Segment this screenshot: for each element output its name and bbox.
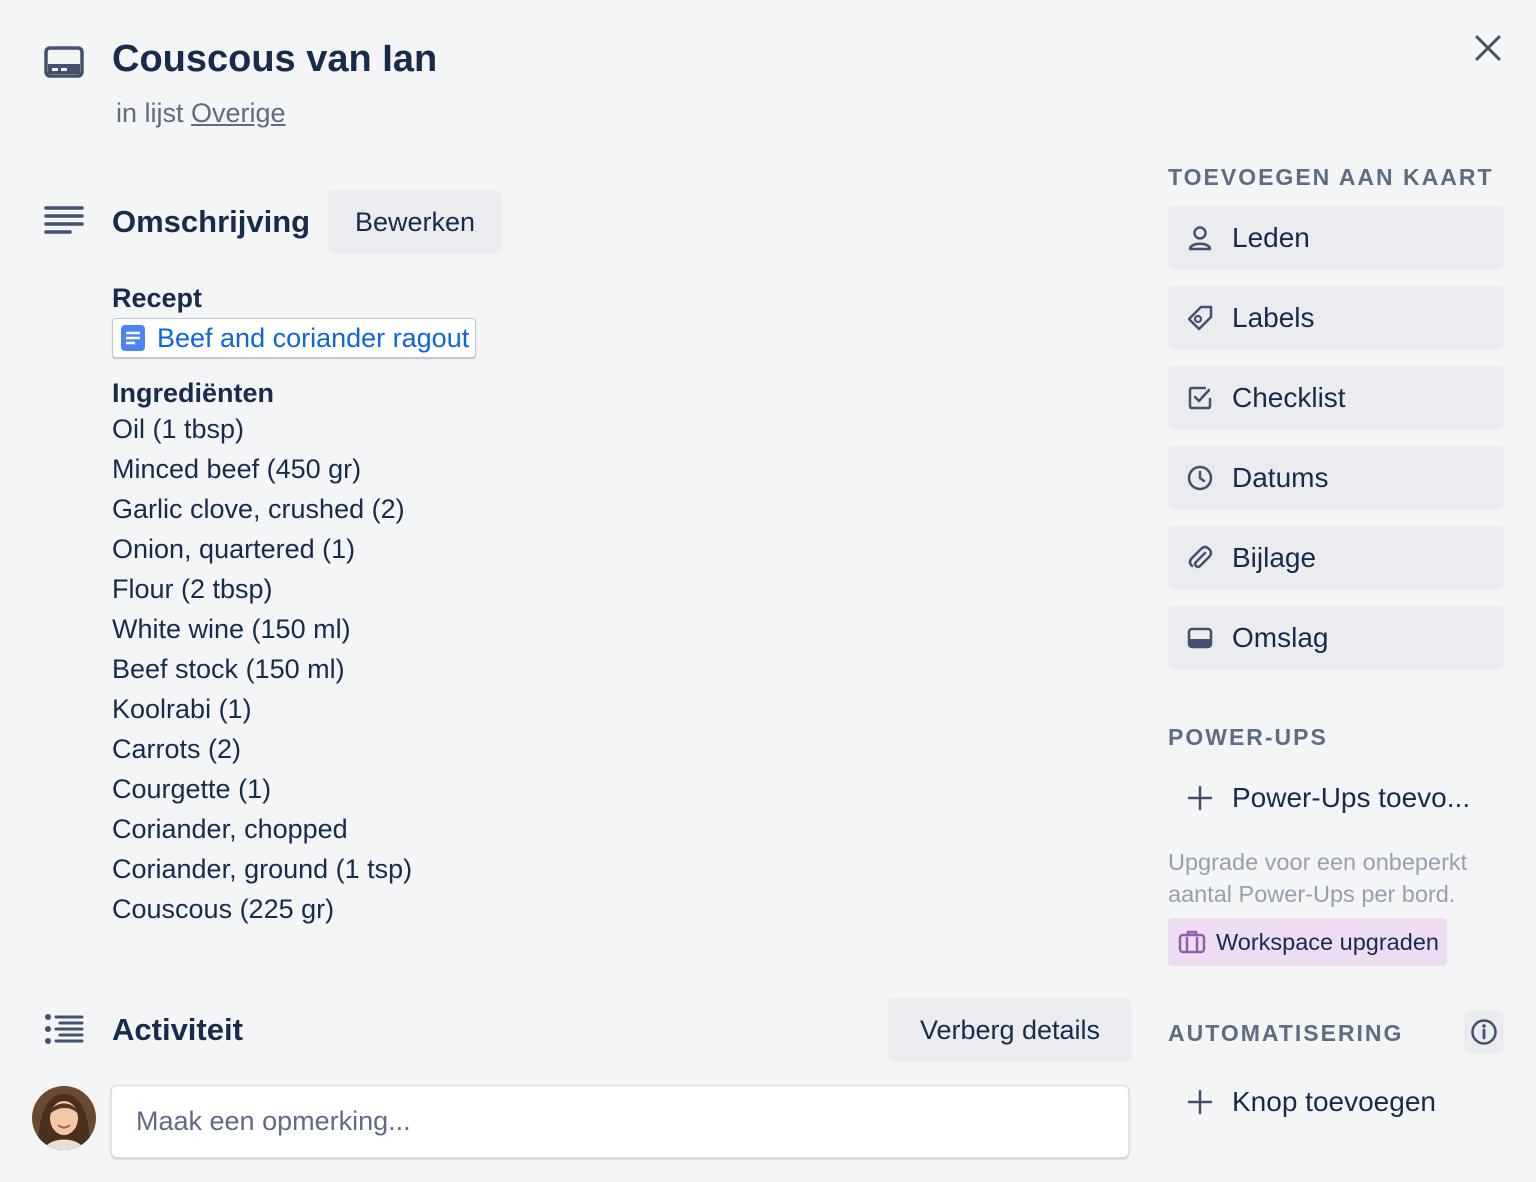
description-content: Recept Beef and coriander ragout Ingredi… bbox=[112, 282, 477, 929]
close-button[interactable] bbox=[1466, 26, 1510, 70]
info-icon bbox=[1471, 1019, 1497, 1045]
description-heading: Omschrijving bbox=[112, 204, 311, 239]
list-info: in lijst Overige bbox=[116, 98, 286, 129]
avatar[interactable] bbox=[32, 1086, 96, 1150]
plus-icon bbox=[1186, 784, 1214, 812]
ingredients-heading: Ingrediënten bbox=[112, 378, 275, 408]
dates-button[interactable]: Datums bbox=[1168, 446, 1504, 510]
automation-info-button[interactable] bbox=[1464, 1010, 1504, 1054]
activity-heading: Activiteit bbox=[112, 1012, 243, 1047]
upgrade-note: Upgrade voor een onbeperkt aantal Power-… bbox=[1168, 849, 1468, 907]
dates-label: Datums bbox=[1232, 462, 1329, 493]
cover-button[interactable]: Omslag bbox=[1168, 606, 1504, 670]
list-link[interactable]: Overige bbox=[191, 98, 286, 128]
list-item: White wine (150 ml) bbox=[112, 614, 351, 644]
add-button-label: Knop toevoegen bbox=[1232, 1086, 1436, 1117]
workspace-upgrade-label: Workspace upgraden bbox=[1216, 928, 1439, 955]
list-item: Courgette (1) bbox=[112, 774, 272, 804]
list-item: Flour (2 tbsp) bbox=[112, 574, 273, 604]
list-item: Couscous (225 gr) bbox=[112, 894, 335, 924]
checkbox-icon bbox=[1186, 384, 1214, 412]
briefcase-icon bbox=[1178, 930, 1206, 954]
attachment-button[interactable]: Bijlage bbox=[1168, 526, 1504, 590]
close-icon bbox=[1475, 35, 1501, 61]
list-item: Minced beef (450 gr) bbox=[112, 454, 362, 484]
labels-button[interactable]: Labels bbox=[1168, 286, 1504, 350]
labels-label: Labels bbox=[1232, 302, 1315, 333]
add-powerups-button[interactable]: Power-Ups toevo... bbox=[1168, 766, 1504, 830]
paperclip-icon bbox=[1186, 544, 1214, 572]
workspace-upgrade-button[interactable]: Workspace upgraden bbox=[1168, 918, 1447, 966]
recipe-link-text: Beef and coriander ragout bbox=[157, 322, 470, 353]
powerups-heading: POWER-UPS bbox=[1168, 724, 1328, 750]
list-item: Coriander, ground (1 tsp) bbox=[112, 854, 413, 884]
card-detail-dialog: Couscous van Ian in lijst Overige Omschr… bbox=[0, 0, 1536, 1182]
list-item: Garlic clove, crushed (2) bbox=[112, 494, 405, 524]
clock-icon bbox=[1186, 464, 1214, 492]
cover-icon bbox=[1186, 624, 1214, 652]
cover-label: Omslag bbox=[1232, 622, 1329, 653]
list-item: Carrots (2) bbox=[112, 734, 242, 764]
tag-icon bbox=[1186, 304, 1214, 332]
activity-icon bbox=[44, 1012, 84, 1048]
ingredients-list: Oil (1 tbsp) Minced beef (450 gr) Garlic… bbox=[112, 409, 476, 929]
checklist-label: Checklist bbox=[1232, 382, 1346, 413]
members-button[interactable]: Leden bbox=[1168, 206, 1504, 270]
list-item: Onion, quartered (1) bbox=[112, 534, 356, 564]
recipe-link[interactable]: Beef and coriander ragout bbox=[112, 318, 477, 358]
description-icon bbox=[44, 204, 84, 240]
hide-details-button[interactable]: Verberg details bbox=[888, 998, 1132, 1062]
comment-input[interactable] bbox=[111, 1085, 1129, 1158]
plus-icon bbox=[1186, 1088, 1214, 1116]
add-powerups-label: Power-Ups toevo... bbox=[1232, 782, 1471, 813]
document-icon bbox=[121, 325, 145, 351]
checklist-button[interactable]: Checklist bbox=[1168, 366, 1504, 430]
card-title[interactable]: Couscous van Ian bbox=[112, 38, 437, 81]
card-icon bbox=[44, 44, 84, 80]
list-item: Koolrabi (1) bbox=[112, 694, 252, 724]
attachment-label: Bijlage bbox=[1232, 542, 1317, 573]
person-icon bbox=[1186, 224, 1214, 252]
add-button-button[interactable]: Knop toevoegen bbox=[1168, 1070, 1504, 1134]
list-item: Beef stock (150 ml) bbox=[112, 654, 345, 684]
edit-description-button[interactable]: Bewerken bbox=[328, 190, 502, 254]
members-label: Leden bbox=[1232, 222, 1310, 253]
add-to-card-heading: TOEVOEGEN AAN KAART bbox=[1168, 164, 1494, 190]
list-prefix: in lijst bbox=[116, 98, 184, 128]
recipe-heading: Recept bbox=[112, 283, 203, 313]
automation-heading: AUTOMATISERING bbox=[1168, 1020, 1404, 1046]
list-item: Coriander, chopped bbox=[112, 814, 348, 844]
list-item: Oil (1 tbsp) bbox=[112, 414, 245, 444]
